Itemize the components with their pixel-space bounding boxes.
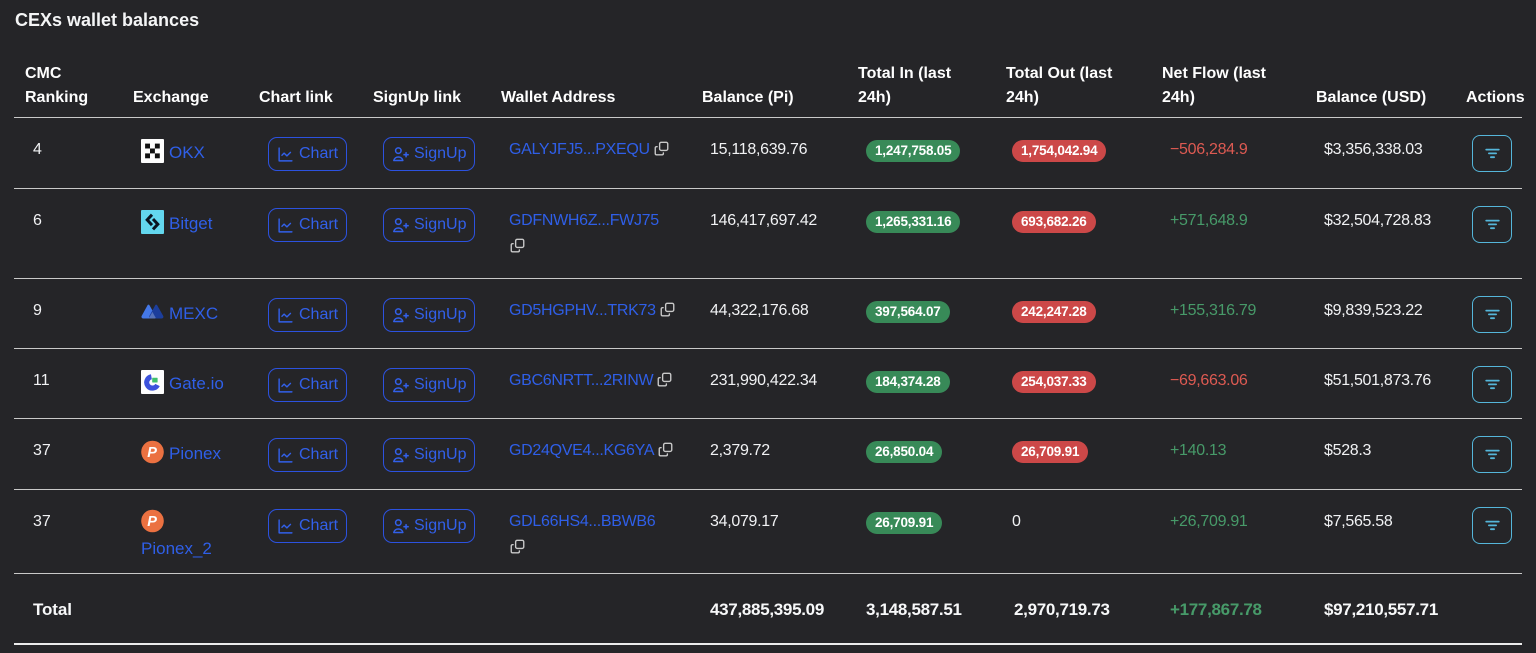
svg-text:P: P (147, 445, 157, 461)
svg-text:P: P (147, 514, 157, 530)
